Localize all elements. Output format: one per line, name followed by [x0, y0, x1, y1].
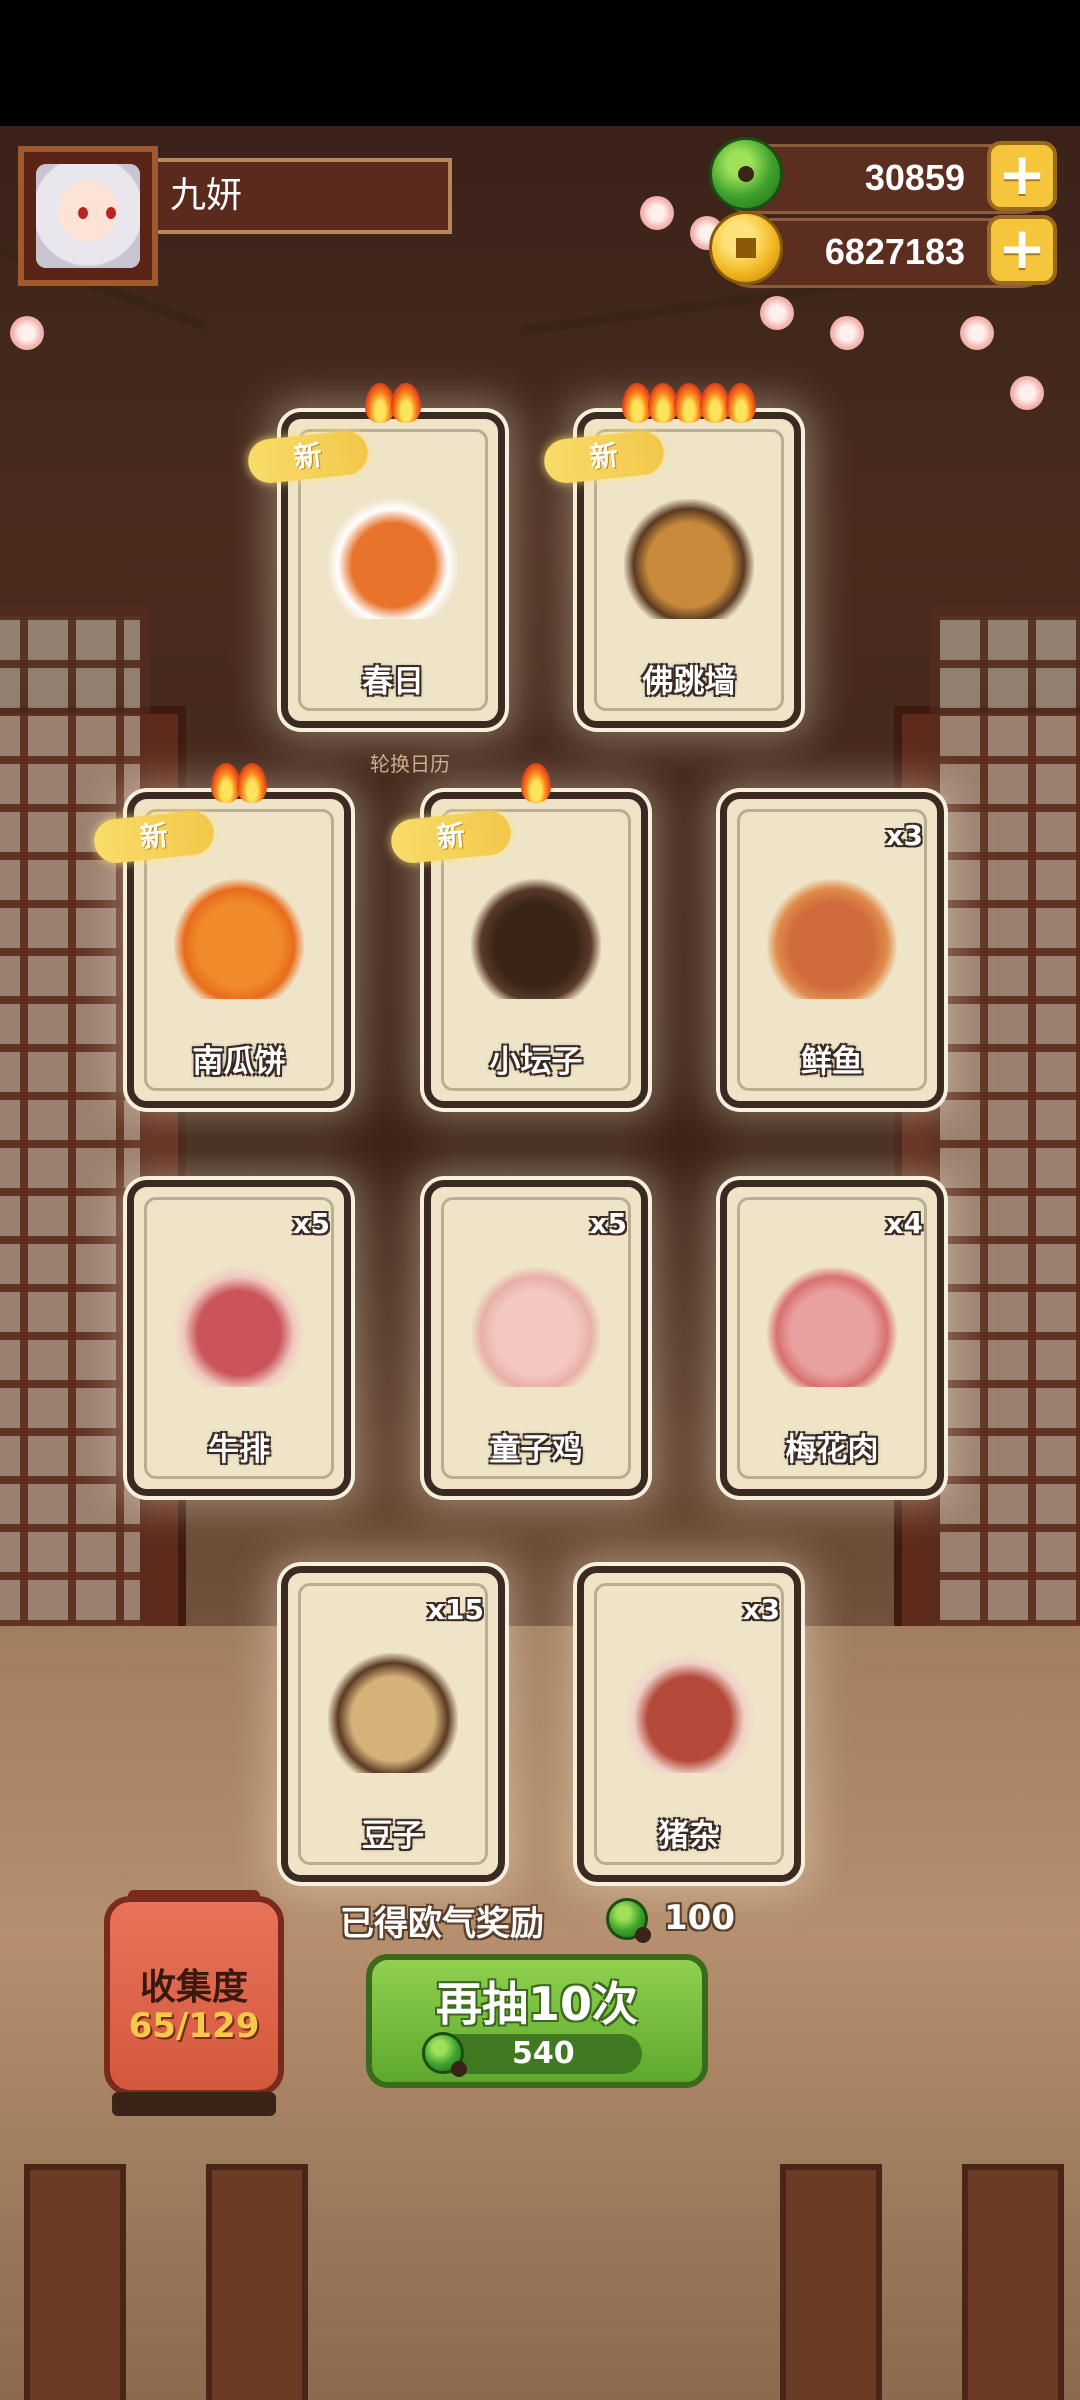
card-label: 春日: [362, 664, 424, 700]
reward-card[interactable]: 佛跳墙新: [542, 383, 801, 728]
blossom: [10, 316, 44, 350]
collection-label: 收集度: [139, 1967, 248, 2008]
avatar-face: [36, 164, 140, 268]
lattice-window-right: [930, 606, 1080, 1726]
draw-again-label: 再抽10次: [435, 1977, 638, 2031]
reward-card[interactable]: 牛排 x5: [127, 1180, 351, 1496]
card-item-art: [471, 879, 601, 999]
reward-card[interactable]: 梅花肉 x4: [720, 1180, 944, 1496]
card-label: 鲜鱼: [801, 1044, 863, 1080]
reward-card[interactable]: 南瓜饼新: [92, 763, 351, 1108]
card-item-art: [767, 1267, 897, 1387]
card-item-art: [328, 1653, 458, 1773]
lattice-window-left: [0, 606, 150, 1726]
fence-post: [780, 2164, 882, 2400]
reward-card[interactable]: 猪杂 x3: [577, 1566, 801, 1882]
draw-again-button[interactable]: 再抽10次 540: [366, 1954, 708, 2088]
player-avatar[interactable]: [18, 146, 158, 286]
card-label: 小坛子: [489, 1044, 583, 1080]
card-item-art: [624, 499, 754, 619]
avatar-eye: [78, 207, 88, 219]
blossom: [640, 196, 674, 230]
player-name: 九妍: [158, 158, 452, 234]
reward-card[interactable]: 豆子 x15: [281, 1566, 505, 1882]
jade-value: 30859: [864, 157, 965, 198]
card-item-art: [471, 1267, 601, 1387]
card-item-art: [767, 879, 897, 999]
rarity-flames: [431, 763, 641, 812]
card-item-art: [174, 879, 304, 999]
card-label: 童子鸡: [489, 1432, 583, 1468]
card-count: x3: [885, 819, 923, 852]
fence-post: [206, 2164, 308, 2400]
card-label: 牛排: [208, 1432, 270, 1468]
coin-icon: [709, 211, 783, 285]
coin-value: 6827183: [824, 231, 965, 272]
jade-icon: [422, 2032, 467, 2077]
draw-cost: 540: [512, 2036, 575, 2071]
reward-card[interactable]: 童子鸡 x5: [424, 1180, 648, 1496]
avatar-eye: [106, 207, 116, 219]
rarity-flames: [134, 763, 344, 812]
flame-icon: [237, 763, 267, 803]
jade-currency: 30859 +: [709, 137, 1057, 214]
rarity-flames: [584, 383, 794, 432]
collection-lantern[interactable]: 收集度 65/129: [104, 1896, 284, 2096]
card-count: x5: [292, 1207, 330, 1240]
flame-icon: [521, 763, 551, 803]
jade-icon: [606, 1898, 651, 1943]
reward-card[interactable]: 春日新: [246, 383, 505, 728]
card-label: 梅花肉: [785, 1432, 879, 1468]
fence-post: [24, 2164, 126, 2400]
card-label: 豆子: [362, 1818, 424, 1854]
lantern-base: [112, 2092, 276, 2116]
card-item-art: [174, 1267, 304, 1387]
card-item-art: [624, 1653, 754, 1773]
reward-card[interactable]: 小坛子新: [389, 763, 648, 1108]
card-count: x5: [589, 1207, 627, 1240]
collection-progress: 65/129: [128, 2006, 260, 2046]
coin-currency: 6827183 +: [709, 211, 1057, 288]
add-jade-button[interactable]: +: [987, 141, 1057, 211]
reward-amount: 100: [664, 1898, 735, 1938]
blossom: [960, 316, 994, 350]
flame-icon: [726, 383, 756, 423]
fence-post: [962, 2164, 1064, 2400]
jade-icon: [709, 137, 783, 211]
add-coins-button[interactable]: +: [987, 215, 1057, 285]
reward-label: 已得欧气奖励: [340, 1904, 544, 1944]
card-count: x4: [885, 1207, 923, 1240]
blossom: [830, 316, 864, 350]
blossom: [760, 296, 794, 330]
reward-card[interactable]: 鲜鱼 x3: [720, 792, 944, 1108]
card-count: x15: [426, 1593, 484, 1626]
blossom: [1010, 376, 1044, 410]
card-label: 猪杂: [658, 1818, 720, 1854]
flame-icon: [391, 383, 421, 423]
rarity-flames: [288, 383, 498, 432]
card-label: 南瓜饼: [192, 1044, 286, 1080]
card-count: x3: [742, 1593, 780, 1626]
card-label: 佛跳墙: [642, 664, 736, 700]
card-item-art: [328, 499, 458, 619]
